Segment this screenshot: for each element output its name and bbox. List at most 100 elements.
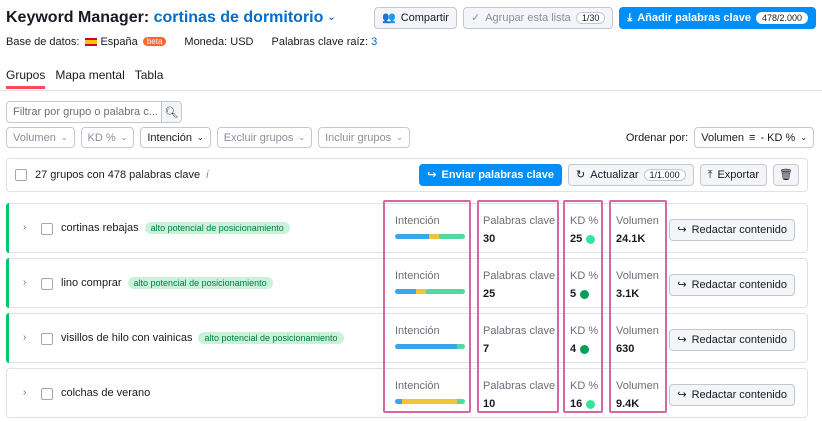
intent-segment	[456, 399, 465, 404]
kd-value: 25	[570, 233, 583, 245]
potential-badge: alto potencial de posicionamiento	[144, 222, 290, 234]
group-checkbox[interactable]	[41, 278, 53, 290]
chevron-down-icon: ⌄	[60, 133, 68, 142]
group-name[interactable]: lino comprar	[61, 277, 122, 289]
group-name[interactable]: colchas de verano	[61, 387, 150, 399]
write-content-button[interactable]: ↪ Redactar contenido	[669, 274, 795, 296]
refresh-icon: ↻	[576, 168, 586, 181]
kd-difficulty-dot	[580, 344, 590, 354]
potential-accent	[6, 313, 9, 363]
group-checkbox[interactable]	[41, 388, 53, 400]
share-arrow-icon: ↪	[677, 278, 687, 291]
intent-bar[interactable]	[395, 344, 465, 349]
chevron-right-icon[interactable]: ›	[23, 332, 26, 343]
intent-bar[interactable]	[395, 399, 465, 404]
intent-header: Intención	[395, 270, 440, 282]
list-name-dropdown[interactable]: cortinas de dormitorio ⌄	[154, 9, 336, 26]
group-row[interactable]: › cortinas rebajas alto potencial de posi…	[6, 203, 808, 253]
delete-button[interactable]: 🗑︎	[773, 164, 799, 186]
write-content-label: Redactar contenido	[691, 279, 787, 291]
keywords-header: Palabras clave	[483, 380, 556, 392]
search-button[interactable]: 🔍︎	[161, 102, 181, 122]
tab-grupos[interactable]: Grupos	[6, 68, 46, 89]
exclude-groups-filter[interactable]: Excluir grupos ⌄	[216, 127, 313, 148]
currency-info: Moneda: USD	[184, 36, 254, 48]
chevron-down-icon: ⌄	[396, 133, 403, 142]
share-button[interactable]: 👥 Compartir	[373, 7, 457, 29]
kd-difficulty-dot	[580, 289, 590, 299]
kd-cell: KD % 25	[570, 204, 606, 254]
write-content-button[interactable]: ↪ Redactar contenido	[669, 219, 795, 241]
kd-header: KD %	[570, 215, 599, 227]
add-keywords-button[interactable]: ⤓ Añadir palabras clave 478/2.000	[619, 7, 816, 29]
kd-value: 16	[570, 398, 583, 410]
search-icon: 🔍︎	[164, 106, 179, 119]
keywords-header: Palabras clave	[483, 215, 556, 227]
kd-header: KD %	[570, 270, 599, 282]
share-arrow-icon: ↪	[677, 388, 687, 401]
share-label: Compartir	[400, 12, 449, 24]
chevron-right-icon[interactable]: ›	[23, 277, 26, 288]
tab-tabla[interactable]: Tabla	[135, 68, 164, 89]
kd-value: 5	[570, 288, 577, 300]
write-content-button[interactable]: ↪ Redactar contenido	[669, 329, 795, 351]
keywords-cell: Palabras clave 30	[483, 204, 559, 254]
group-count: 1/30	[575, 12, 606, 24]
kd-cell: KD % 16	[570, 369, 606, 419]
info-icon[interactable]: i	[206, 169, 208, 181]
db-label: Base de datos:	[6, 36, 80, 48]
download-icon: ⤓	[627, 11, 633, 24]
write-content-button[interactable]: ↪ Redactar contenido	[669, 384, 795, 406]
group-row[interactable]: › lino comprar alto potencial de posicion…	[6, 258, 808, 308]
intent-bar[interactable]	[395, 234, 465, 239]
send-keywords-button[interactable]: ↪ Enviar palabras clave	[419, 164, 563, 186]
intent-segment	[439, 234, 465, 239]
kd-difficulty-dot	[586, 234, 596, 244]
filter-bar: Volumen ⌄ KD % ⌄ Intención ⌄ Excluir grupos…	[6, 127, 410, 148]
group-list-button[interactable]: ✓ Agrupar esta lista 1/30	[462, 7, 614, 29]
group-checkbox[interactable]	[41, 333, 53, 345]
volume-value: 9.4K	[616, 398, 640, 410]
chevron-right-icon[interactable]: ›	[23, 222, 26, 233]
spain-flag-icon	[85, 38, 98, 46]
kd-difficulty-dot	[586, 399, 596, 409]
chevron-right-icon[interactable]: ›	[23, 387, 26, 398]
volume-filter-label: Volumen	[13, 131, 56, 144]
group-checkbox[interactable]	[41, 223, 53, 235]
group-name[interactable]: cortinas rebajas	[61, 222, 139, 234]
export-button[interactable]: ⤒ Exportar	[699, 164, 768, 186]
check-icon: ✓	[470, 11, 481, 24]
sort-label: Ordenar por:	[625, 131, 689, 144]
tabs-divider	[0, 90, 822, 91]
kd-value-wrap: 25	[570, 233, 596, 245]
group-row[interactable]: › colchas de verano Intención Palabras c…	[6, 368, 808, 418]
group-name-cell: colchas de verano	[61, 387, 150, 399]
root-label: Palabras clave raíz:	[271, 36, 369, 48]
keywords-cell: Palabras clave 10	[483, 369, 559, 419]
kd-header: KD %	[570, 325, 599, 337]
intent-cell: Intención	[395, 314, 471, 364]
update-button[interactable]: ↻ Actualizar 1/1.000	[568, 164, 694, 186]
page-title-prefix: Keyword Manager:	[6, 9, 150, 26]
keywords-value: 30	[483, 233, 496, 245]
group-name[interactable]: visillos de hilo con vainicas	[61, 332, 192, 344]
root-value[interactable]: 3	[371, 36, 377, 48]
kd-filter[interactable]: KD % ⌄	[80, 127, 135, 148]
intent-bar[interactable]	[395, 289, 465, 294]
sort-value-secondary: - KD %	[760, 131, 796, 144]
intent-segment	[395, 289, 416, 294]
volume-header: Volumen	[616, 380, 659, 392]
groups-count-text: 27 grupos con 478 palabras clave	[35, 169, 201, 181]
filter-input[interactable]	[7, 106, 157, 118]
group-row[interactable]: › visillos de hilo con vainicas alto pote…	[6, 313, 808, 363]
tab-mapa-mental[interactable]: Mapa mental	[55, 68, 124, 89]
intent-filter[interactable]: Intención ⌄	[140, 127, 211, 148]
keywords-header: Palabras clave	[483, 325, 556, 337]
intent-cell: Intención	[395, 259, 471, 309]
select-all-checkbox[interactable]	[15, 169, 27, 181]
volume-filter[interactable]: Volumen ⌄	[6, 127, 75, 148]
sort-icon: ≡	[749, 131, 756, 144]
sort-select[interactable]: Volumen ≡ - KD % ⌄	[694, 127, 814, 148]
include-groups-filter[interactable]: Incluir grupos ⌄	[318, 127, 410, 148]
intent-cell: Intención	[395, 204, 471, 254]
